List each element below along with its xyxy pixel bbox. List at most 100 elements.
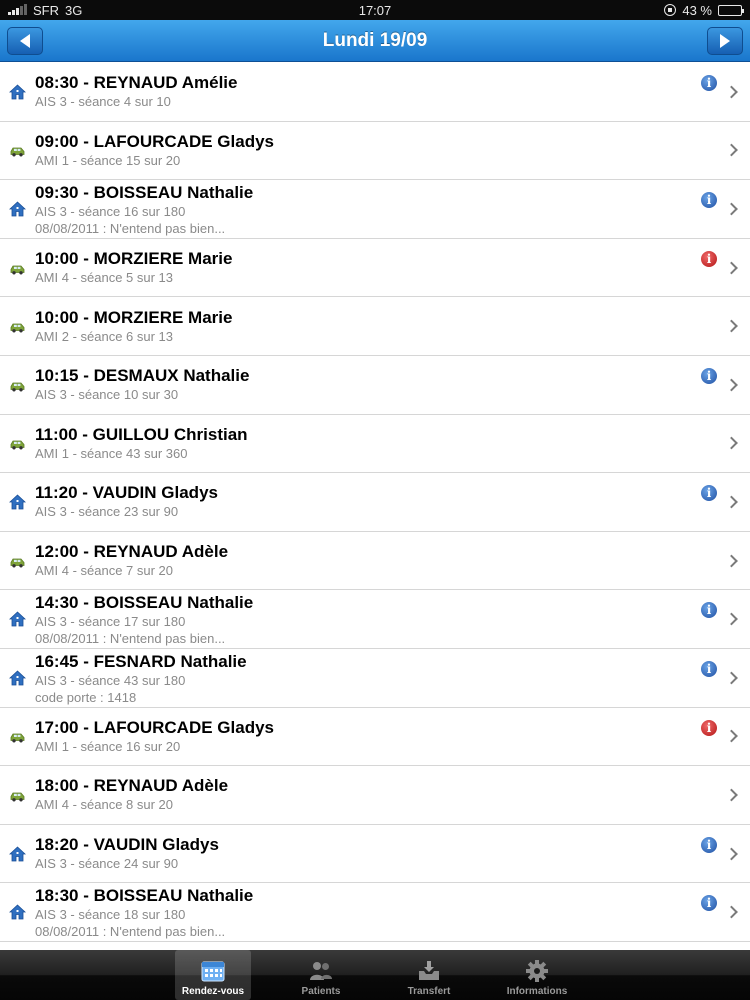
- house-icon: [8, 83, 27, 100]
- chevron-right-icon: [725, 85, 738, 99]
- chevron-right-icon: [725, 319, 738, 333]
- appointment-text: 10:00 - MORZIERE Marie AMI 4 - séance 5 s…: [35, 239, 690, 297]
- chevron-right-icon: [725, 788, 738, 802]
- appointment-text: 14:30 - BOISSEAU Nathalie AIS 3 - séance …: [35, 590, 690, 648]
- appointment-row[interactable]: 10:00 - MORZIERE Marie AMI 4 - séance 5 s…: [0, 238, 750, 298]
- appointment-subtitle: AMI 1 - séance 15 sur 20: [35, 152, 181, 168]
- appointment-title: 10:15 - DESMAUX Nathalie: [35, 366, 250, 386]
- appointment-title: 10:00 - MORZIERE Marie: [35, 249, 233, 269]
- chevron-right-icon: [725, 144, 738, 157]
- previous-day-button[interactable]: [7, 27, 43, 55]
- appointment-row[interactable]: 16:45 - FESNARD Nathalie AIS 3 - séance 4…: [0, 648, 750, 708]
- appointment-subtitle: AIS 3 - séance 23 sur 90: [35, 504, 179, 520]
- appointment-note: 08/08/2011 : N'entend pas bien...: [35, 631, 226, 647]
- appointment-row[interactable]: 12:00 - REYNAUD Adèle AMI 4 - séance 7 su…: [0, 531, 750, 591]
- network-label: 3G: [65, 2, 83, 18]
- appointment-row[interactable]: 18:30 - BOISSEAU Nathalie AIS 3 - séance …: [0, 883, 750, 942]
- appointment-title: 18:30 - BOISSEAU Nathalie: [35, 886, 254, 906]
- appointment-row[interactable]: 10:15 - DESMAUX Nathalie AIS 3 - séance 1…: [0, 355, 750, 415]
- signal-icon: [8, 4, 27, 15]
- tab-label: Transfert: [407, 986, 451, 997]
- next-day-button[interactable]: [707, 27, 743, 55]
- tab-bar: Rendez-vous Patients Transfert Informations: [0, 950, 750, 1000]
- info-icon[interactable]: i: [701, 602, 717, 619]
- appointment-text: 18:00 - REYNAUD Adèle AMI 4 - séance 8 su…: [35, 766, 690, 824]
- appointment-text: 11:00 - GUILLOU Christian AMI 1 - séance …: [35, 415, 690, 473]
- status-right: 43 %: [664, 3, 744, 18]
- appointment-subtitle: AIS 3 - séance 18 sur 180: [35, 907, 186, 923]
- info-icon[interactable]: i: [701, 367, 717, 384]
- page-title: Lundi 19/09: [322, 29, 428, 51]
- appointment-title: 18:00 - REYNAUD Adèle: [35, 776, 229, 796]
- appointment-row[interactable]: 09:30 - BOISSEAU Nathalie AIS 3 - séance …: [0, 180, 750, 239]
- appointment-row[interactable]: 18:20 - VAUDIN Gladys AIS 3 - séance 24 s…: [0, 824, 750, 884]
- appointment-list[interactable]: 08:30 - REYNAUD Amélie AIS 3 - séance 4 s…: [0, 63, 750, 950]
- appointment-subtitle: AMI 4 - séance 8 sur 20: [35, 797, 174, 813]
- appointment-subtitle: AMI 4 - séance 5 sur 13: [35, 270, 174, 286]
- chevron-right-icon: [725, 905, 738, 919]
- tab-rendez-vous[interactable]: Rendez-vous: [175, 950, 251, 1000]
- gear-icon: [524, 959, 550, 983]
- alert-info-icon[interactable]: i: [701, 250, 717, 267]
- chevron-right-icon: [725, 554, 738, 567]
- appointment-row[interactable]: 11:00 - GUILLOU Christian AMI 1 - séance …: [0, 414, 750, 474]
- appointment-row[interactable]: 11:20 - VAUDIN Gladys AIS 3 - séance 23 s…: [0, 473, 750, 532]
- info-icon[interactable]: i: [701, 75, 717, 91]
- chevron-right-icon: [725, 261, 738, 274]
- appointment-title: 08:30 - REYNAUD Amélie: [35, 73, 238, 93]
- house-icon: [8, 845, 27, 862]
- info-icon[interactable]: i: [701, 192, 717, 209]
- appointment-text: 11:20 - VAUDIN Gladys AIS 3 - séance 23 s…: [35, 473, 690, 531]
- info-icon[interactable]: i: [701, 836, 717, 853]
- nav-bar: Lundi 19/09: [0, 20, 750, 62]
- house-icon: [8, 611, 27, 628]
- appointment-row[interactable]: 08:30 - REYNAUD Amélie AIS 3 - séance 4 s…: [0, 63, 750, 122]
- appointment-row[interactable]: 17:00 - LAFOURCADE Gladys AMI 1 - séance …: [0, 707, 750, 767]
- car-icon: [9, 728, 26, 745]
- calendar-icon: [200, 959, 226, 983]
- chevron-right-icon: [725, 436, 738, 450]
- appointment-subtitle: AMI 1 - séance 43 sur 360: [35, 445, 188, 461]
- appointment-row[interactable]: 18:00 - REYNAUD Adèle AMI 4 - séance 8 su…: [0, 766, 750, 825]
- appointment-title: 14:30 - BOISSEAU Nathalie: [35, 593, 254, 613]
- car-icon: [9, 552, 26, 569]
- rotation-lock-icon: [664, 4, 677, 16]
- appointment-subtitle: AIS 3 - séance 17 sur 180: [35, 614, 186, 630]
- info-icon[interactable]: i: [701, 895, 717, 912]
- tab-informations[interactable]: Informations: [499, 950, 575, 1000]
- appointment-text: 08:30 - REYNAUD Amélie AIS 3 - séance 4 s…: [35, 63, 690, 121]
- appointment-note: 08/08/2011 : N'entend pas bien...: [35, 221, 226, 237]
- appointment-text: 12:00 - REYNAUD Adèle AMI 4 - séance 7 su…: [35, 532, 690, 590]
- house-icon: [8, 493, 27, 510]
- appointment-row[interactable]: 09:00 - LAFOURCADE Gladys AMI 1 - séance …: [0, 121, 750, 181]
- chevron-right-icon: [725, 847, 738, 860]
- appointment-row[interactable]: 10:00 - MORZIERE Marie AMI 2 - séance 6 s…: [0, 297, 750, 356]
- appointment-subtitle: AMI 1 - séance 16 sur 20: [35, 738, 181, 754]
- appointment-text: 18:20 - VAUDIN Gladys AIS 3 - séance 24 s…: [35, 825, 690, 883]
- appointment-row[interactable]: 14:30 - BOISSEAU Nathalie AIS 3 - séance …: [0, 590, 750, 649]
- appointment-text: 10:15 - DESMAUX Nathalie AIS 3 - séance 1…: [35, 356, 690, 414]
- tab-transfert[interactable]: Transfert: [391, 950, 467, 1000]
- car-icon: [9, 435, 26, 452]
- appointment-title: 10:00 - MORZIERE Marie: [35, 307, 233, 327]
- info-icon[interactable]: i: [701, 660, 717, 677]
- appointment-title: 18:20 - VAUDIN Gladys: [35, 835, 219, 855]
- status-time: 17:07: [358, 2, 392, 18]
- appointment-text: 09:00 - LAFOURCADE Gladys AMI 1 - séance …: [35, 122, 690, 180]
- appointment-text: 18:30 - BOISSEAU Nathalie AIS 3 - séance …: [35, 883, 690, 941]
- car-icon: [9, 259, 26, 276]
- appointment-title: 17:00 - LAFOURCADE Gladys: [35, 717, 274, 737]
- house-icon: [8, 669, 27, 686]
- tab-patients[interactable]: Patients: [283, 950, 359, 1000]
- appointment-text: 17:00 - LAFOURCADE Gladys AMI 1 - séance …: [35, 708, 690, 766]
- house-icon: [8, 200, 27, 217]
- appointment-text: 09:30 - BOISSEAU Nathalie AIS 3 - séance …: [35, 180, 690, 238]
- chevron-right-icon: [725, 378, 738, 392]
- appointment-subtitle: AMI 4 - séance 7 sur 20: [35, 563, 174, 579]
- appointment-text: 10:00 - MORZIERE Marie AMI 2 - séance 6 s…: [35, 297, 690, 355]
- appointment-title: 12:00 - REYNAUD Adèle: [35, 542, 229, 562]
- appointment-subtitle: AIS 3 - séance 24 sur 90: [35, 856, 179, 872]
- alert-info-icon[interactable]: i: [701, 719, 717, 736]
- arrow-right-icon: [720, 34, 730, 48]
- info-icon[interactable]: i: [701, 485, 717, 502]
